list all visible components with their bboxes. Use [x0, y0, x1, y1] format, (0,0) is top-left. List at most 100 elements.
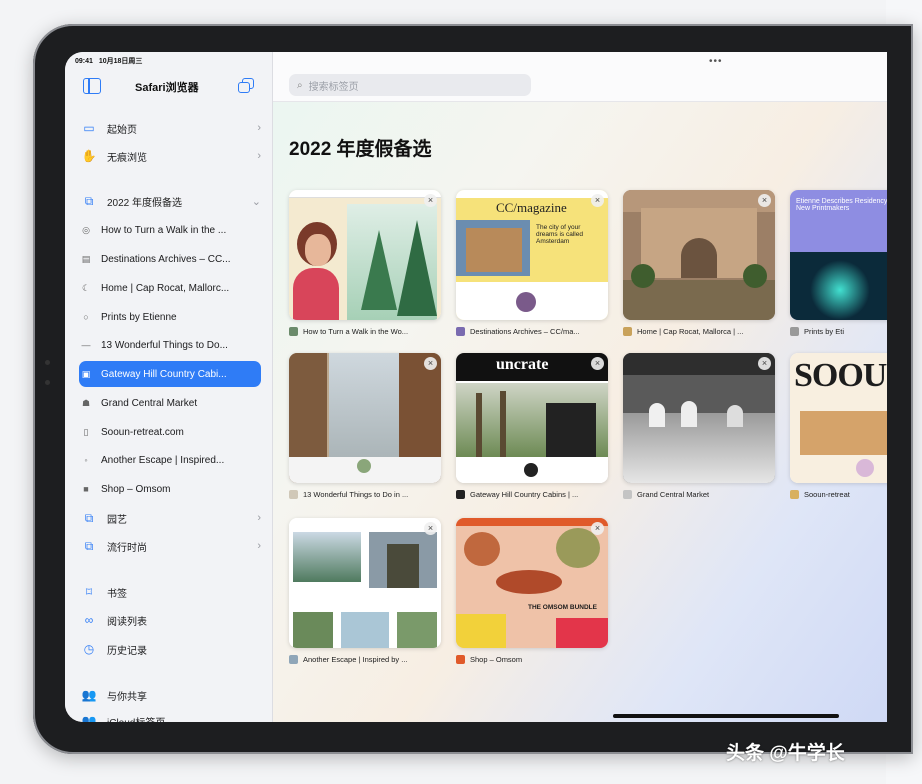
tab-thumbnail[interactable]: ×: [289, 518, 441, 648]
tab-group-icon: ⧉: [84, 193, 94, 208]
sidebar-tab-item[interactable]: — 13 Wonderful Things to Do...: [79, 332, 261, 358]
tab-thumbnail[interactable]: SOOU×: [790, 353, 887, 483]
sidebar: 09:41 10月18日周三 Safari浏览器 ▭ 起始页 › ✋ 无痕浏览 › ⧉ 202…: [65, 52, 273, 722]
thumbnail-shape: [456, 614, 506, 648]
people-icon: 👥: [81, 688, 97, 702]
sidebar-item-icloud-tabs[interactable]: 👥 iCloud标签页: [79, 708, 261, 722]
sidebar-item-reading-list[interactable]: ∞ 阅读列表: [79, 607, 261, 633]
sidebar-item-label: 园艺: [107, 514, 127, 526]
search-icon: ⌕: [297, 79, 303, 91]
tab-card[interactable]: × How to Turn a Walk in the Wo...: [289, 190, 441, 337]
sidebar-tab-item[interactable]: ▯ Sooun-retreat.com: [79, 419, 261, 445]
sidebar-tab-item[interactable]: ☾ Home | Cap Rocat, Mallorc...: [79, 275, 261, 301]
sidebar-item-label: Sooun-retreat.com: [101, 426, 184, 438]
sidebar-icon[interactable]: [83, 78, 101, 94]
sidebar-item-label: Gateway Hill Country Cabi...: [101, 368, 227, 380]
tab-caption: How to Turn a Walk in the Wo...: [289, 325, 441, 337]
screen: 09:41 10月18日周三 Safari浏览器 ▭ 起始页 › ✋ 无痕浏览 › ⧉ 202…: [65, 52, 887, 722]
sidebar-item-start-page[interactable]: ▭ 起始页 ›: [79, 115, 261, 141]
sidebar-item-shared-with-you[interactable]: 👥 与你共享: [79, 682, 261, 708]
sidebar-item-label: iCloud标签页: [107, 714, 261, 723]
thumbnail-shape: [466, 228, 522, 272]
tab-title: 13 Wonderful Things to Do in ...: [303, 489, 409, 499]
thumbnail-shape: [524, 463, 538, 477]
favicon-icon: [289, 654, 298, 664]
tab-card[interactable]: SOOU× Sooun-retreat: [790, 353, 887, 500]
tab-card[interactable]: × 13 Wonderful Things to Do in ...: [289, 353, 441, 500]
sidebar-tab-item[interactable]: ▣ Gateway Hill Country Cabi...: [79, 361, 261, 387]
tab-group-icon: ⧉: [84, 538, 94, 553]
tab-card[interactable]: × Grand Central Market: [623, 353, 775, 500]
favicon-icon: ▣: [81, 369, 91, 379]
sidebar-item-label: Shop – Omsom: [101, 483, 171, 495]
sidebar-item-label: 与你共享: [107, 691, 147, 703]
close-tab-icon[interactable]: ×: [591, 194, 604, 207]
favicon-icon: [456, 326, 465, 336]
tab-thumbnail[interactable]: CC/magazine The city of your dreams is ca…: [456, 190, 608, 320]
tab-card[interactable]: uncrate × Gateway Hill Country Cabins | ..…: [456, 353, 608, 500]
sidebar-tab-item[interactable]: ☗ Grand Central Market: [79, 390, 261, 416]
tab-title: How to Turn a Walk in the Wo...: [303, 326, 409, 336]
thumbnail-shape: [496, 570, 562, 594]
sidebar-item-label: Grand Central Market: [101, 397, 198, 409]
sidebar-item-bookmarks[interactable]: ⌑ 书签: [79, 579, 261, 605]
sidebar-item-tab-group[interactable]: ⧉ 2022 年度假备选 ⌄: [79, 188, 261, 214]
sidebar-item-label: Destinations Archives – CC...: [101, 253, 231, 265]
close-tab-icon[interactable]: ×: [591, 357, 604, 370]
home-indicator[interactable]: [613, 714, 839, 718]
thumbnail-shape: [556, 618, 608, 648]
camera-dot: [45, 360, 50, 365]
sidebar-tab-item[interactable]: ◦ Another Escape | Inspired...: [79, 447, 261, 473]
sidebar-header: Safari浏览器: [65, 74, 273, 98]
thumbnail-shape: [516, 292, 536, 312]
thumbnail-text: uncrate: [496, 356, 549, 373]
tab-thumbnail[interactable]: ×: [289, 353, 441, 483]
sidebar-item-private[interactable]: ✋ 无痕浏览 ›: [79, 143, 261, 169]
status-bar: 09:41 10月18日周三: [75, 56, 142, 66]
close-tab-icon[interactable]: ×: [758, 194, 771, 207]
thumbnail-shape: [856, 459, 874, 477]
sidebar-tab-item[interactable]: ▤ Destinations Archives – CC...: [79, 246, 261, 272]
tab-card[interactable]: CC/magazine The city of your dreams is ca…: [456, 190, 608, 337]
tab-card[interactable]: Etienne Describes Residency for New Prin…: [790, 190, 887, 337]
sidebar-tab-item[interactable]: ■ Shop – Omsom: [79, 476, 261, 502]
cloud-icon: 👥: [81, 714, 97, 722]
tab-overview-icon[interactable]: [237, 78, 255, 94]
search-input[interactable]: ⌕ 搜索标签页: [289, 74, 531, 96]
chevron-right-icon: ›: [257, 122, 261, 134]
close-tab-icon[interactable]: ×: [424, 194, 437, 207]
thumbnail-text: SOOU: [794, 357, 887, 394]
close-tab-icon[interactable]: ×: [424, 357, 437, 370]
tab-overview: ••• ⌕ 搜索标签页 2022 年度假备选 × How to Turn a Wa…: [273, 52, 887, 722]
sidebar-tab-item[interactable]: ◎ How to Turn a Walk in the ...: [79, 217, 261, 243]
tab-thumbnail[interactable]: ×: [623, 190, 775, 320]
tab-title: Destinations Archives – CC/ma...: [470, 326, 580, 336]
sidebar-item-history[interactable]: ◷ 历史记录: [79, 636, 261, 662]
sidebar-item-gardening[interactable]: ⧉ 园艺 ›: [79, 505, 261, 531]
sidebar-item-label: 起始页: [107, 124, 137, 136]
search-placeholder: 搜索标签页: [308, 81, 359, 93]
thumbnail-shape: [329, 353, 399, 463]
tab-thumbnail[interactable]: ×: [623, 353, 775, 483]
sidebar-tab-item[interactable]: ○ Prints by Etienne: [79, 304, 261, 330]
tab-thumbnail[interactable]: ×: [289, 190, 441, 320]
sidebar-item-label: How to Turn a Walk in the ...: [101, 224, 227, 236]
favicon-icon: ☗: [81, 398, 91, 408]
sidebar-item-label: 流行时尚: [107, 542, 147, 554]
more-dots-icon[interactable]: •••: [709, 56, 723, 67]
tab-card[interactable]: × Home | Cap Rocat, Mallorca | ...: [623, 190, 775, 337]
tab-card[interactable]: × Another Escape | Inspired by ...: [289, 518, 441, 665]
tab-thumbnail[interactable]: THE OMSOM BUNDLE ×: [456, 518, 608, 648]
close-tab-icon[interactable]: ×: [591, 522, 604, 535]
favicon-icon: ☾: [81, 283, 91, 293]
close-tab-icon[interactable]: ×: [758, 357, 771, 370]
sidebar-item-fashion[interactable]: ⧉ 流行时尚 ›: [79, 533, 261, 559]
sidebar-item-label: 13 Wonderful Things to Do...: [101, 339, 228, 351]
tab-thumbnail[interactable]: Etienne Describes Residency for New Prin…: [790, 190, 887, 320]
sidebar-item-label: 阅读列表: [107, 616, 147, 628]
tab-card[interactable]: THE OMSOM BUNDLE × Shop – Omsom: [456, 518, 608, 665]
tab-thumbnail[interactable]: uncrate ×: [456, 353, 608, 483]
chevron-right-icon: ›: [257, 150, 261, 162]
close-tab-icon[interactable]: ×: [424, 522, 437, 535]
favicon-icon: [456, 654, 465, 664]
